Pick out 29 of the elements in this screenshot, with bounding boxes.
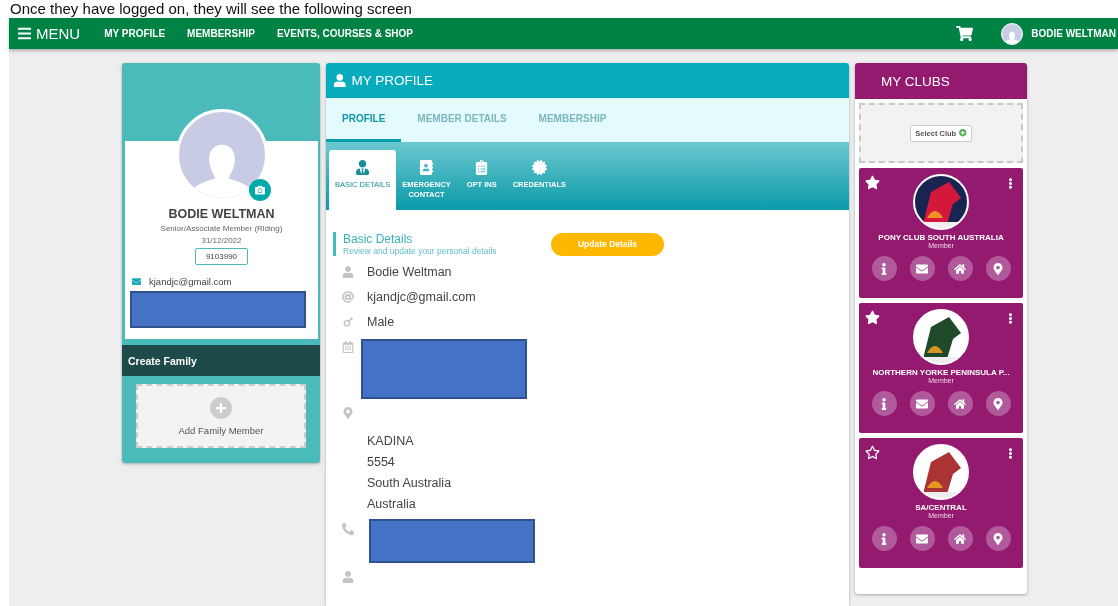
detail-text: kjandjc@gmail.com [367,289,476,306]
nav-link[interactable]: MY PROFILE [104,28,166,39]
profile-name: BODIE WELTMAN [168,207,275,221]
detail-text: Male [367,314,395,331]
member-number: 9103990 [194,248,249,265]
detail-text: 5554 [367,454,396,471]
create-family-title: Create Family [128,354,197,367]
tab[interactable]: MEMBERSHIP [522,98,623,142]
membership-type: Senior/Associate Member (Riding) [160,224,283,233]
nav-link[interactable]: MEMBERSHIP [187,28,255,39]
detail-text: South Australia [367,475,452,492]
tab[interactable]: MEMBER DETAILS [401,98,523,142]
menu-button[interactable]: MENU [17,25,81,42]
section-title: Basic Details [343,232,414,246]
expiry-date: 31/12/2022 [201,236,242,245]
add-family-member-button[interactable]: Add Family Member [136,384,306,448]
clubs-title: MY CLUBS [881,73,950,89]
caption-text: Once they have logged on, they will see the following screen [10,0,412,18]
section-subtitle: Review and update your personal details [343,246,498,256]
detail-text: Bodie Weltman [367,264,452,281]
club-name: SA/CENTRAL [915,503,967,512]
email-text: kjandjc@gmail.com [149,276,232,287]
club-name: PONY CLUB SOUTH AUSTRALIA [878,233,1004,242]
club-name: NORTHERN YORKE PENINSULA P... [872,368,1010,377]
user-name-link[interactable]: BODIE WELTMAN [1031,28,1116,39]
detail-text: Australia [367,496,417,513]
panel-title: MY PROFILE [351,73,434,88]
nav-link[interactable]: EVENTS, COURSES & SHOP [276,28,414,39]
detail-text: KADINA [367,433,415,450]
